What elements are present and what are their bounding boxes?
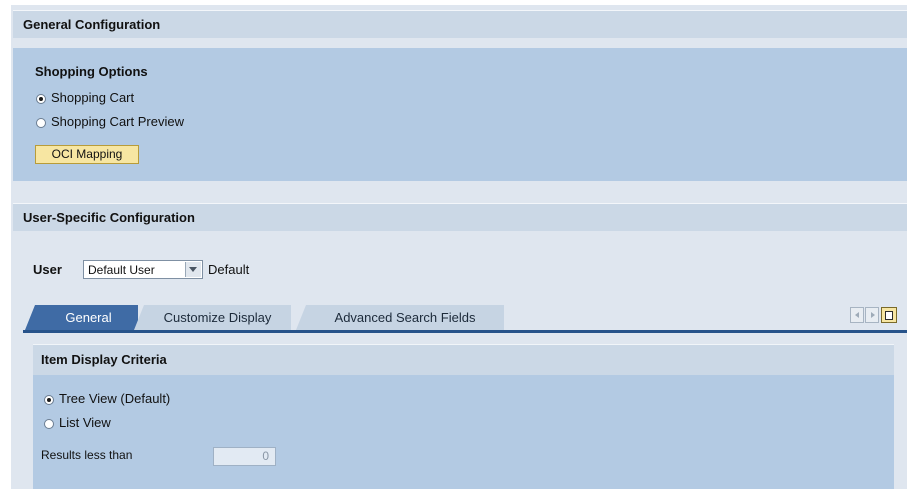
oci-mapping-button[interactable]: OCI Mapping (35, 145, 139, 164)
user-select[interactable]: Default User (83, 260, 203, 279)
tab-advanced-search-fields[interactable]: Advanced Search Fields (296, 305, 504, 330)
shopping-cart-preview-radio[interactable] (36, 118, 46, 128)
list-view-radio[interactable] (44, 419, 54, 429)
tab-customize-display[interactable]: Customize Display (134, 305, 291, 330)
shopping-cart-label[interactable]: Shopping Cart (51, 90, 134, 106)
general-config-header: General Configuration (13, 10, 907, 38)
item-display-header: Item Display Criteria (33, 344, 894, 375)
user-select-value: Default User (88, 263, 155, 277)
user-label: User (33, 262, 62, 277)
tab-strip: General Customize Display Advanced Searc… (13, 302, 907, 333)
tab-general[interactable]: General (25, 305, 138, 330)
tab-menu-icon[interactable] (881, 307, 897, 323)
chevron-down-icon[interactable] (185, 262, 201, 277)
user-value-text: Default (208, 262, 250, 277)
shopping-cart-preview-label[interactable]: Shopping Cart Preview (51, 114, 184, 130)
shopping-cart-radio[interactable] (36, 94, 46, 104)
results-less-than-label: Results less than (41, 448, 133, 462)
user-config-header: User-Specific Configuration (13, 203, 907, 231)
tab-baseline (23, 330, 907, 333)
scroll-left-icon[interactable] (850, 307, 864, 323)
tree-view-label[interactable]: Tree View (Default) (59, 391, 170, 407)
shopping-options-heading: Shopping Options (35, 64, 148, 79)
list-view-label[interactable]: List View (59, 415, 111, 431)
tab-advanced-search-fields-label: Advanced Search Fields (334, 310, 476, 325)
tab-general-label: General (65, 310, 112, 325)
tree-view-radio[interactable] (44, 395, 54, 405)
tab-customize-display-label: Customize Display (163, 310, 272, 325)
scroll-right-icon[interactable] (865, 307, 879, 323)
results-less-than-input[interactable]: 0 (213, 447, 276, 466)
